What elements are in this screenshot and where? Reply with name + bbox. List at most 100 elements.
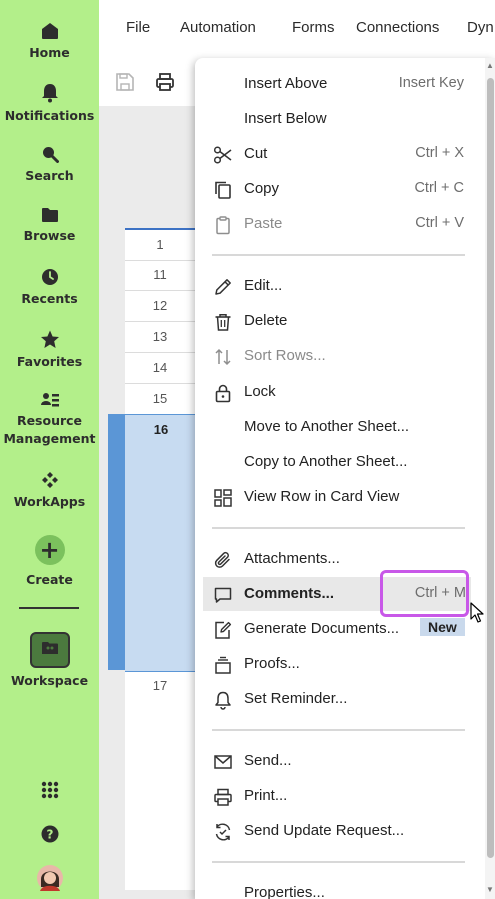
menu-insert-above[interactable]: Insert Above Insert Key	[195, 67, 477, 101]
svg-text:?: ?	[46, 828, 53, 842]
menu-label: View Row in Card View	[244, 488, 400, 505]
menu-shortcut: Ctrl + X	[415, 145, 464, 161]
menu-print[interactable]: Print...	[195, 779, 477, 813]
menu-label: Delete	[244, 312, 288, 329]
generate-document-icon	[215, 621, 232, 639]
row-number[interactable]: 14	[125, 353, 195, 384]
row-number[interactable]: 15	[125, 384, 195, 415]
nav-notifications-label: Notifications	[4, 108, 95, 123]
plus-icon: +	[34, 535, 65, 565]
sort-icon	[215, 348, 231, 366]
scroll-up-icon[interactable]: ▲	[486, 62, 494, 70]
menu-separator	[212, 861, 465, 863]
menu-copy[interactable]: Copy Ctrl + C	[195, 172, 477, 206]
menu-insert-below[interactable]: Insert Below	[195, 102, 477, 136]
nav-resource-management[interactable]: Resource Management	[0, 392, 99, 448]
row-number[interactable]: 1	[125, 230, 195, 261]
menu-label: Lock	[244, 383, 276, 400]
row-selection-handle[interactable]	[108, 414, 125, 670]
star-icon	[40, 330, 59, 348]
nav-create[interactable]: + Create	[0, 535, 99, 589]
menu-properties[interactable]: Properties...	[195, 876, 477, 899]
menu-copy-to-another-sheet[interactable]: Copy to Another Sheet...	[195, 445, 477, 479]
search-icon	[42, 147, 59, 163]
menu-connections[interactable]: Connections	[356, 19, 439, 36]
scrollbar-thumb[interactable]	[487, 78, 494, 858]
new-badge: New	[420, 618, 465, 636]
menu-label: Cut	[244, 145, 268, 162]
menu-automation[interactable]: Automation	[180, 19, 256, 36]
menu-edit[interactable]: Edit...	[195, 269, 477, 303]
row-context-menu: Insert Above Insert Key Insert Below Cut…	[195, 58, 495, 899]
envelope-icon	[214, 755, 232, 769]
row-number[interactable]: 13	[125, 322, 195, 353]
workapps-icon	[41, 472, 58, 488]
menu-view-card[interactable]: View Row in Card View	[195, 480, 477, 514]
nav-workspace[interactable]: Workspace	[0, 632, 99, 690]
selected-row[interactable]: 16	[125, 414, 197, 672]
row-number-selected: 16	[153, 422, 169, 437]
bell-icon	[41, 84, 58, 103]
nav-apps-launcher[interactable]	[0, 780, 99, 804]
menu-label: Proofs...	[244, 655, 300, 672]
row-number[interactable]: 17	[125, 671, 195, 701]
card-view-icon	[214, 489, 232, 507]
menu-label: Send...	[244, 752, 292, 769]
nav-resource-label-1: Resource	[16, 413, 83, 428]
menu-lock[interactable]: Lock	[195, 375, 477, 409]
nav-profile[interactable]	[0, 865, 99, 895]
nav-favorites[interactable]: Favorites	[0, 330, 99, 371]
menu-send-update-request[interactable]: Send Update Request...	[195, 814, 477, 848]
menu-shortcut: Ctrl + V	[415, 215, 464, 231]
pencil-icon	[215, 279, 231, 295]
clock-icon	[41, 269, 58, 285]
nav-search-label: Search	[25, 168, 74, 183]
scissors-icon	[213, 146, 232, 164]
menu-label: Copy	[244, 180, 280, 197]
menu-file[interactable]: File	[126, 19, 150, 36]
save-icon[interactable]	[115, 72, 135, 92]
nav-home[interactable]: Home	[0, 22, 99, 62]
nav-help[interactable]: ?	[0, 825, 99, 847]
menu-separator	[212, 527, 465, 529]
print-toolbar-icon[interactable]	[155, 72, 175, 92]
menu-label: Attachments...	[244, 550, 340, 567]
menu-sort-rows[interactable]: Sort Rows...	[195, 339, 477, 373]
nav-recents-label: Recents	[21, 291, 78, 306]
proofs-icon	[215, 656, 231, 674]
context-menu-scrollbar[interactable]: ▲ ▼	[485, 58, 495, 899]
menu-proofs[interactable]: Proofs...	[195, 647, 477, 681]
left-nav: Home Notifications Search Browse Recents…	[0, 0, 99, 899]
nav-divider	[19, 607, 79, 609]
avatar	[36, 865, 63, 891]
menu-dyn[interactable]: Dyn	[467, 19, 494, 36]
nav-search[interactable]: Search	[0, 145, 99, 185]
row-number[interactable]: 11	[125, 260, 195, 291]
menu-set-reminder[interactable]: Set Reminder...	[195, 682, 477, 716]
lock-icon	[215, 384, 231, 403]
help-icon: ?	[41, 825, 58, 843]
bell-icon	[215, 691, 231, 710]
paperclip-icon	[214, 551, 230, 568]
nav-workapps-label: WorkApps	[13, 494, 86, 509]
nav-resource-label-2: Management	[3, 431, 96, 446]
row-number[interactable]: 12	[125, 291, 195, 322]
menu-label: Send Update Request...	[244, 822, 405, 839]
menu-cut[interactable]: Cut Ctrl + X	[195, 137, 477, 171]
nav-browse[interactable]: Browse	[0, 207, 99, 245]
menu-bar: File Automation Forms Connections Dyn	[99, 0, 495, 58]
menu-label: Comments...	[244, 585, 335, 602]
menu-forms[interactable]: Forms	[292, 19, 335, 36]
shortcut-highlight-box	[380, 570, 469, 617]
nav-notifications[interactable]: Notifications	[0, 83, 99, 125]
menu-separator	[212, 254, 465, 256]
menu-paste[interactable]: Paste Ctrl + V	[195, 207, 477, 241]
menu-delete[interactable]: Delete	[195, 304, 477, 338]
scroll-down-icon[interactable]: ▼	[486, 886, 494, 894]
print-icon	[214, 788, 232, 806]
menu-move-to-another-sheet[interactable]: Move to Another Sheet...	[195, 410, 477, 444]
nav-workapps[interactable]: WorkApps	[0, 471, 99, 511]
menu-send[interactable]: Send...	[195, 744, 477, 778]
home-icon	[41, 23, 58, 39]
nav-recents[interactable]: Recents	[0, 268, 99, 308]
